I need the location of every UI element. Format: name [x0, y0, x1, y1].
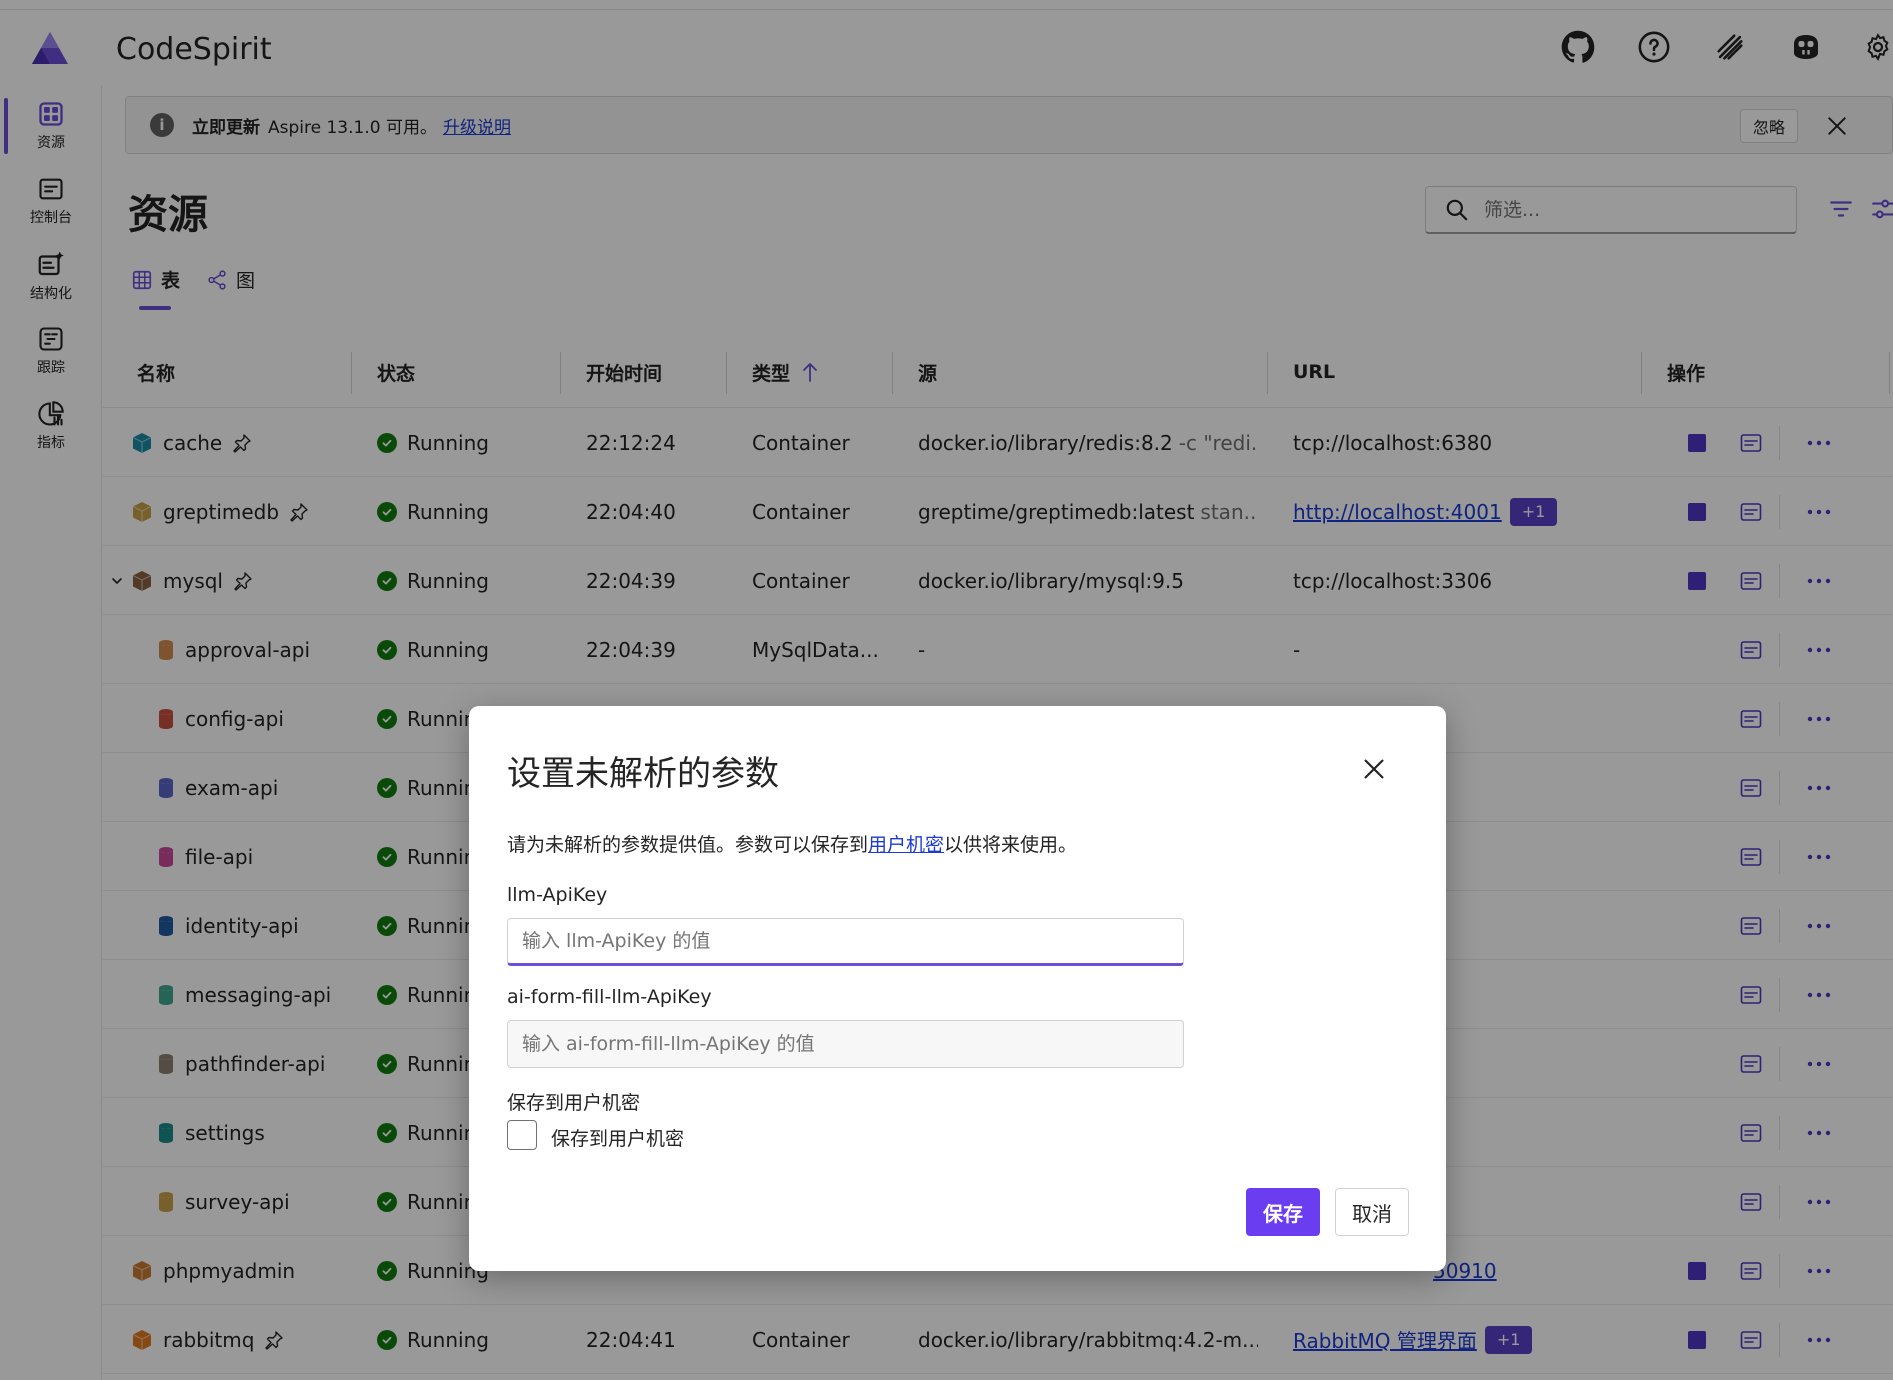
dialog-description-text: 以供将来使用。	[944, 834, 1078, 856]
save-to-user-secrets-label[interactable]: 保存到用户机密	[551, 1124, 684, 1151]
save-to-user-secrets-checkbox[interactable]	[507, 1120, 537, 1150]
cancel-button[interactable]: 取消	[1335, 1188, 1409, 1236]
ai-form-fill-apikey-input[interactable]	[507, 1020, 1184, 1068]
save-section-label: 保存到用户机密	[507, 1092, 641, 1114]
save-button[interactable]: 保存	[1246, 1188, 1320, 1236]
dialog-close-icon[interactable]	[1357, 752, 1391, 786]
llm-apikey-label: llm-ApiKey	[507, 884, 608, 906]
llm-apikey-input[interactable]	[507, 918, 1184, 966]
dialog-title: 设置未解析的参数	[507, 754, 779, 794]
dialog-description-text: 请为未解析的参数提供值。参数可以保存到	[507, 834, 869, 856]
ai-form-fill-apikey-label: ai-form-fill-llm-ApiKey	[507, 986, 712, 1008]
user-secrets-link[interactable]: 用户机密	[868, 834, 944, 856]
dialog-description: 请为未解析的参数提供值。参数可以保存到用户机密以供将来使用。	[507, 830, 1077, 857]
unresolved-parameters-dialog: 设置未解析的参数 请为未解析的参数提供值。参数可以保存到用户机密以供将来使用。 …	[469, 706, 1446, 1271]
